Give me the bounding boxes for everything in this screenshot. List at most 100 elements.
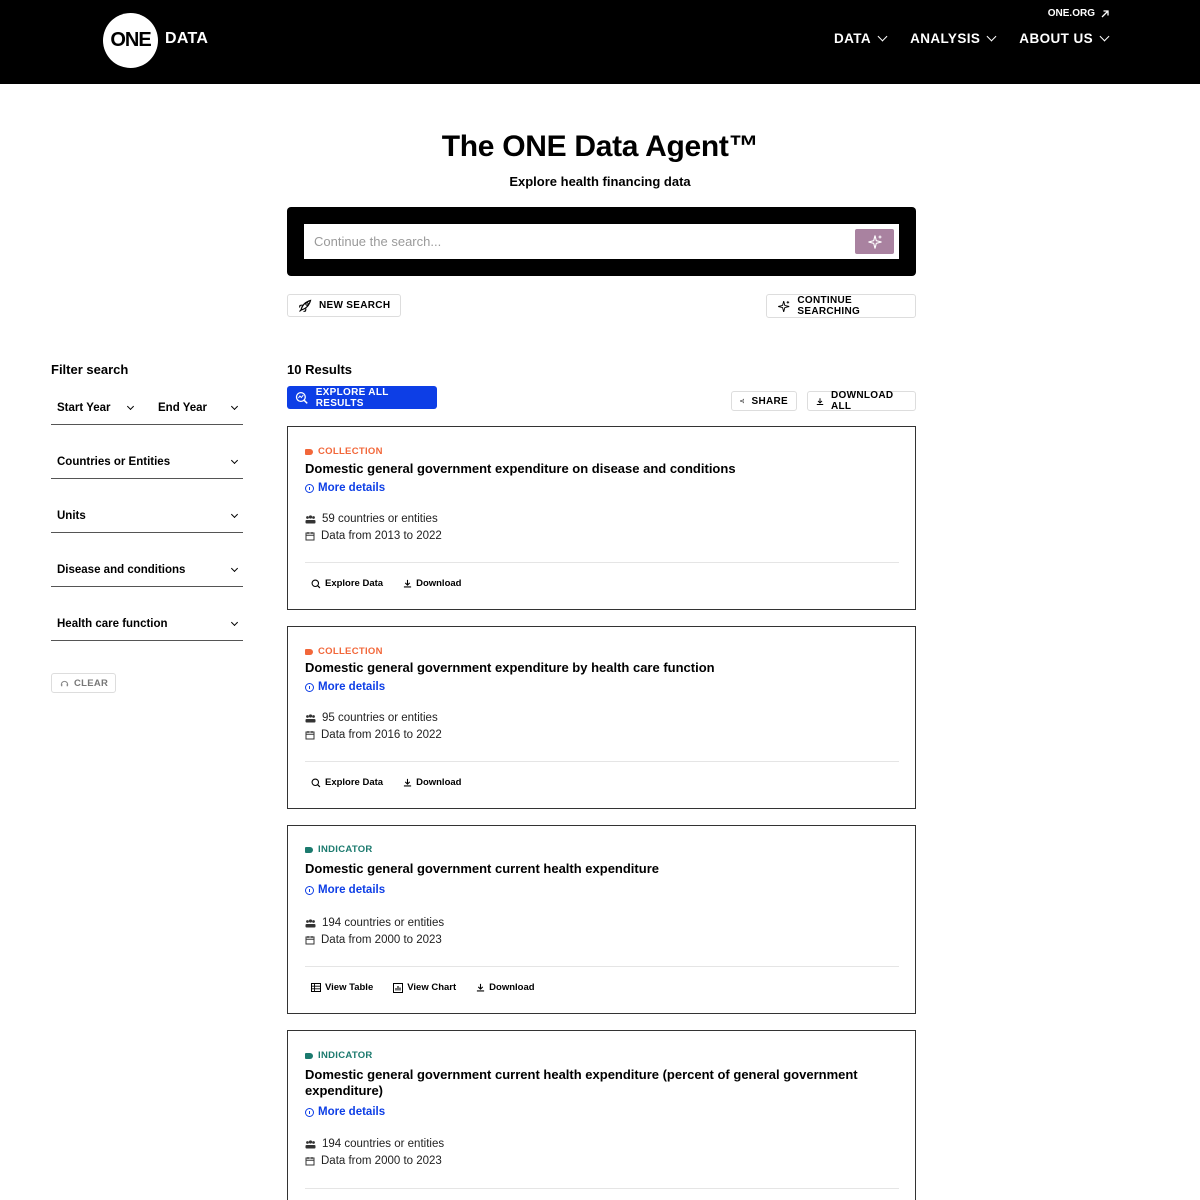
download-label[interactable]: Download: [416, 578, 461, 589]
nav-analysis[interactable]: ANALYSIS: [910, 31, 997, 46]
explore-all-label[interactable]: EXPLORE ALL RESULTS: [316, 387, 437, 409]
explore-icon: [311, 778, 321, 787]
explore-data-button[interactable]: Explore Data: [311, 578, 383, 589]
more-details-label[interactable]: More details: [318, 1106, 385, 1118]
explore-data-label[interactable]: Explore Data: [325, 777, 383, 788]
result-title[interactable]: Domestic general government expenditure …: [305, 461, 895, 477]
result-type-tag: INDICATOR: [305, 844, 373, 855]
year-range-text: Data from 2013 to 2022: [321, 530, 442, 542]
card-actions: Explore Data Download: [311, 578, 461, 589]
one-logo[interactable]: ONE: [103, 13, 158, 68]
start-year-select[interactable]: Start Year: [51, 391, 139, 424]
explore-icon: [311, 579, 321, 588]
clear-label[interactable]: CLEAR: [74, 678, 108, 689]
external-arrow-icon: [1101, 9, 1109, 17]
sparkle-icon: [778, 300, 790, 312]
end-year-label: End Year: [158, 401, 208, 414]
card-divider: [305, 1188, 899, 1189]
result-type-tag: COLLECTION: [305, 446, 383, 457]
result-type-tag: COLLECTION: [305, 646, 383, 657]
filter-countries[interactable]: Countries or Entities: [51, 445, 243, 479]
more-details-link[interactable]: More details: [305, 482, 385, 494]
chevron-down-icon: [230, 402, 239, 410]
download-icon: [816, 397, 824, 405]
people-icon: [305, 713, 316, 722]
countries-select[interactable]: Countries or Entities: [51, 445, 243, 478]
more-details-label[interactable]: More details: [318, 884, 385, 896]
download-button[interactable]: Download: [403, 578, 461, 589]
new-search-button[interactable]: NEW SEARCH: [287, 294, 402, 317]
result-title[interactable]: Domestic general government current heal…: [305, 1067, 895, 1099]
more-details-label[interactable]: More details: [318, 482, 385, 494]
year-range: Data from 2013 to 2022: [305, 530, 442, 542]
countries-text: 59 countries or entities: [322, 513, 438, 525]
countries-count: 95 countries or entities: [305, 712, 438, 724]
explore-data-button[interactable]: Explore Data: [311, 777, 383, 788]
page-subtitle: Explore health financing data: [509, 174, 691, 189]
units-select[interactable]: Units: [51, 499, 243, 532]
nav-data[interactable]: DATA: [834, 31, 888, 46]
year-range-text: Data from 2000 to 2023: [321, 1155, 442, 1167]
clear-filters-button[interactable]: CLEAR: [51, 673, 116, 693]
one-org-link-label[interactable]: ONE.ORG: [1048, 8, 1095, 19]
explore-all-results-button[interactable]: EXPLORE ALL RESULTS: [287, 386, 437, 409]
download-label[interactable]: Download: [489, 982, 534, 993]
new-search-label[interactable]: NEW SEARCH: [319, 300, 390, 311]
end-year-select[interactable]: End Year: [152, 391, 243, 424]
explore-data-label[interactable]: Explore Data: [325, 578, 383, 589]
download-button[interactable]: Download: [403, 777, 461, 788]
site-header: ONE DATA ONE.ORG DATA ANALYSIS ABOUT US: [0, 0, 1200, 84]
result-type-label: INDICATOR: [318, 1050, 373, 1061]
chart-icon: [393, 982, 404, 993]
results-count: 10 Results: [287, 362, 353, 377]
calendar-icon: [305, 731, 315, 740]
search-input[interactable]: [304, 224, 844, 259]
search-submit-button[interactable]: [855, 229, 894, 254]
countries-count: 59 countries or entities: [305, 513, 438, 525]
chevron-down-icon: [1099, 31, 1110, 42]
download-button[interactable]: Download: [476, 982, 535, 993]
download-all-button[interactable]: DOWNLOAD ALL: [807, 390, 916, 412]
more-details-link[interactable]: More details: [305, 884, 385, 896]
share-button[interactable]: SHARE: [731, 391, 797, 411]
calendar-icon: [305, 936, 315, 945]
card-divider: [305, 966, 899, 967]
view-table-button[interactable]: View Table: [311, 982, 373, 993]
download-label[interactable]: Download: [416, 777, 461, 788]
view-chart-button[interactable]: View Chart: [393, 982, 456, 993]
result-title[interactable]: Domestic general government current heal…: [305, 861, 895, 877]
info-icon: [305, 483, 314, 493]
download-all-label[interactable]: DOWNLOAD ALL: [831, 390, 907, 412]
share-label[interactable]: SHARE: [751, 396, 788, 407]
chevron-down-icon: [126, 402, 135, 410]
result-card: COLLECTION Domestic general government e…: [287, 426, 916, 610]
nav-analysis-label[interactable]: ANALYSIS: [910, 31, 980, 46]
result-title[interactable]: Domestic general government expenditure …: [305, 660, 895, 676]
filter-units[interactable]: Units: [51, 499, 243, 533]
more-details-label[interactable]: More details: [318, 681, 385, 693]
nav-about-us-label[interactable]: ABOUT US: [1019, 31, 1093, 46]
filter-health-care-function[interactable]: Health care function: [51, 607, 243, 641]
calendar-icon: [305, 532, 315, 541]
disease-select[interactable]: Disease and conditions: [51, 553, 243, 586]
continue-searching-button[interactable]: CONTINUE SEARCHING: [766, 294, 916, 318]
calendar-icon: [305, 1157, 315, 1166]
info-icon: [305, 885, 314, 895]
view-table-label[interactable]: View Table: [325, 982, 373, 993]
year-range-text: Data from 2000 to 2023: [321, 934, 442, 946]
continue-searching-label[interactable]: CONTINUE SEARCHING: [797, 295, 905, 317]
chevron-down-icon: [877, 31, 888, 42]
logo-data-label[interactable]: DATA: [165, 30, 208, 48]
more-details-link[interactable]: More details: [305, 1106, 385, 1118]
view-chart-label[interactable]: View Chart: [407, 982, 456, 993]
countries-text: 95 countries or entities: [322, 712, 438, 724]
health-care-function-select[interactable]: Health care function: [51, 607, 243, 640]
info-icon: [305, 1107, 314, 1117]
download-icon: [477, 983, 485, 992]
nav-about-us[interactable]: ABOUT US: [1019, 31, 1110, 46]
eraser-icon: [60, 680, 69, 686]
more-details-link[interactable]: More details: [305, 681, 385, 693]
nav-data-label[interactable]: DATA: [834, 31, 871, 46]
one-org-link[interactable]: ONE.ORG: [1048, 8, 1109, 19]
filter-disease[interactable]: Disease and conditions: [51, 553, 243, 587]
